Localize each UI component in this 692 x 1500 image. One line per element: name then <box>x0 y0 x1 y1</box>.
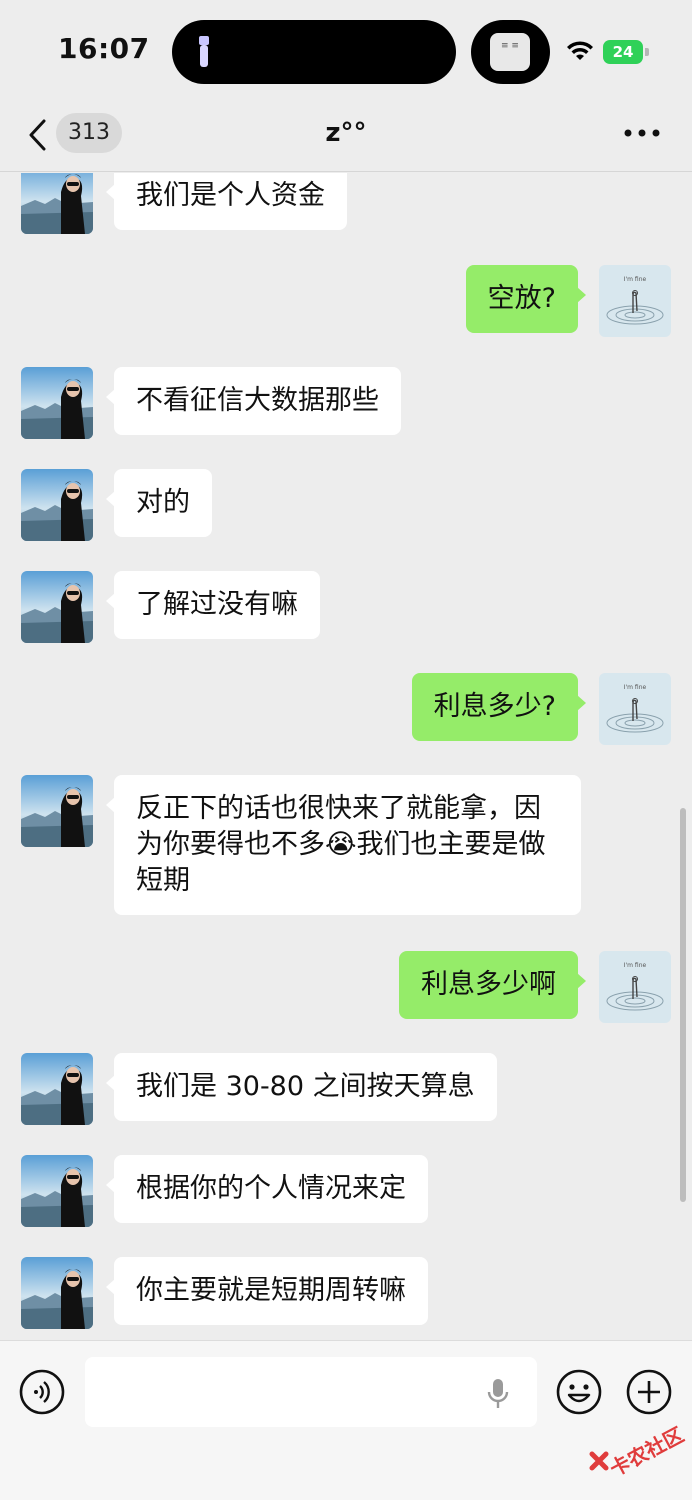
message-bubble[interactable]: 反正下的话也很快来了就能拿，因为你要得也不多😭我们也主要是做短期 <box>106 775 581 915</box>
contact-avatar[interactable] <box>21 469 93 541</box>
battery-level: 24 <box>603 40 643 64</box>
contact-avatar[interactable] <box>21 1155 93 1227</box>
my-avatar[interactable]: I'm fine <box>599 265 671 337</box>
dynamic-island <box>172 20 456 84</box>
message-bubble[interactable]: 利息多少? <box>411 673 587 741</box>
contact-avatar[interactable] <box>21 571 93 643</box>
contact-avatar[interactable] <box>21 775 93 847</box>
svg-text:I'm fine: I'm fine <box>624 684 647 691</box>
my-avatar[interactable]: I'm fine <box>599 951 671 1023</box>
message-list[interactable]: 我们是个人资金 I'm fine 空放? 不看征信大数据那些 对的 了解过没有嘛… <box>0 173 692 1340</box>
clock: 16:07 <box>58 32 150 65</box>
mic-icon[interactable] <box>486 1377 510 1411</box>
message-bubble[interactable]: 空放? <box>465 265 587 333</box>
contact-avatar[interactable] <box>21 367 93 439</box>
message-bubble[interactable]: 对的 <box>106 469 212 537</box>
my-avatar[interactable]: I'm fine <box>599 673 671 745</box>
contact-avatar[interactable] <box>21 1053 93 1125</box>
voice-icon[interactable] <box>19 1369 65 1415</box>
watermark: 卡农社区 <box>588 1408 692 1481</box>
status-bar: 16:07 ≡ ≡ 24 <box>0 0 692 100</box>
wifi-icon <box>567 41 593 60</box>
chat-title: z°° <box>325 118 367 148</box>
message-bubble[interactable]: 我们是 30-80 之间按天算息 <box>106 1053 497 1121</box>
message-bubble[interactable]: 你主要就是短期周转嘛 <box>106 1257 428 1325</box>
contact-avatar[interactable] <box>21 173 93 234</box>
scrollbar[interactable] <box>680 808 686 1202</box>
chat-header: 313 z°° <box>0 100 692 172</box>
svg-text:I'm fine: I'm fine <box>624 276 647 283</box>
activity-thumbnail: ≡ ≡ <box>490 33 530 71</box>
message-bubble[interactable]: 我们是个人资金 <box>106 173 347 230</box>
message-bubble[interactable]: 根据你的个人情况来定 <box>106 1155 428 1223</box>
watermark-text: 卡农社区 <box>605 1422 688 1482</box>
svg-text:I'm fine: I'm fine <box>624 962 647 969</box>
flashlight-icon <box>199 36 209 67</box>
message-bubble[interactable]: 利息多少啊 <box>399 951 586 1019</box>
more-dots-icon[interactable] <box>624 128 660 138</box>
battery-indicator: 24 <box>603 40 649 64</box>
contact-avatar[interactable] <box>21 1257 93 1329</box>
message-bubble[interactable]: 不看征信大数据那些 <box>106 367 401 435</box>
message-input[interactable] <box>85 1357 537 1427</box>
dynamic-island-activity: ≡ ≡ <box>471 20 550 84</box>
message-bubble[interactable]: 了解过没有嘛 <box>106 571 320 639</box>
